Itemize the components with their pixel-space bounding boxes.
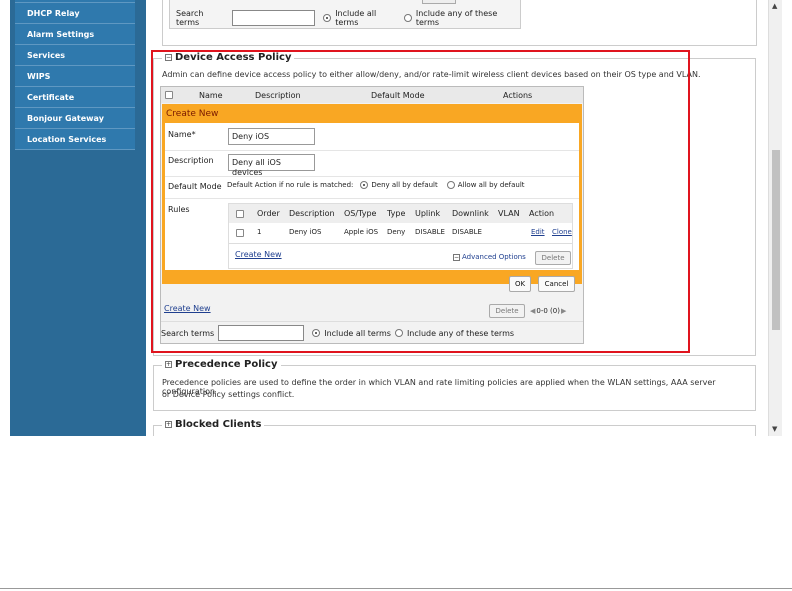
scroll-down-icon[interactable]: ▼ <box>772 425 777 433</box>
search-input[interactable] <box>231 10 316 26</box>
scroll-thumb[interactable] <box>772 150 780 330</box>
section-title-text: Blocked Clients <box>175 419 262 430</box>
vertical-scrollbar[interactable]: ▲ ▼ <box>768 0 782 436</box>
precedence-policy-section: + Precedence Policy Precedence policies … <box>153 359 756 411</box>
include-all-radio[interactable] <box>323 14 332 22</box>
previous-table-footer: Search terms Include all terms Include a… <box>169 0 521 29</box>
scroll-up-icon[interactable]: ▲ <box>772 2 777 10</box>
sidebar: DHCP Relay Alarm Settings Services WIPS … <box>15 0 135 150</box>
include-all-label: Include all terms <box>335 9 377 27</box>
bottom-border <box>0 588 792 589</box>
sidebar-item-location-services[interactable]: Location Services <box>15 129 135 150</box>
sidebar-item-label: WIPS <box>27 72 51 81</box>
section-description-line: or Device Policy settings conflict. <box>162 390 295 399</box>
search-row: Search terms Include all terms Include a… <box>176 9 520 27</box>
sidebar-item-label: Location Services <box>27 135 107 144</box>
blocked-clients-section: + Blocked Clients <box>153 419 756 436</box>
section-title[interactable]: + Precedence Policy <box>162 359 281 370</box>
previous-section: Search terms Include all terms Include a… <box>162 0 757 46</box>
section-title[interactable]: + Blocked Clients <box>162 419 265 430</box>
highlight-box <box>151 50 690 353</box>
sidebar-item-wips[interactable]: WIPS <box>15 66 135 87</box>
sidebar-item-label: Certificate <box>27 93 75 102</box>
sidebar-item-bonjour-gateway[interactable]: Bonjour Gateway <box>15 108 135 129</box>
previous-button[interactable] <box>422 0 456 4</box>
sidebar-item-alarm-settings[interactable]: Alarm Settings <box>15 24 135 45</box>
sidebar-item-dhcp-relay[interactable]: DHCP Relay <box>15 3 135 24</box>
sidebar-item-label: Alarm Settings <box>27 30 95 39</box>
sidebar-item-label: DHCP Relay <box>27 9 80 18</box>
section-title-text: Precedence Policy <box>175 359 278 370</box>
search-terms-label: Search terms <box>176 9 204 27</box>
sidebar-item-label: Services <box>27 51 66 60</box>
include-any-radio[interactable] <box>404 14 412 22</box>
include-any-label: Include any of these terms <box>415 9 498 27</box>
sidebar-item-services[interactable]: Services <box>15 45 135 66</box>
expand-icon[interactable]: + <box>165 361 172 368</box>
sidebar-item-certificate[interactable]: Certificate <box>15 87 135 108</box>
expand-icon[interactable]: + <box>165 421 172 428</box>
sidebar-item-label: Bonjour Gateway <box>27 114 104 123</box>
